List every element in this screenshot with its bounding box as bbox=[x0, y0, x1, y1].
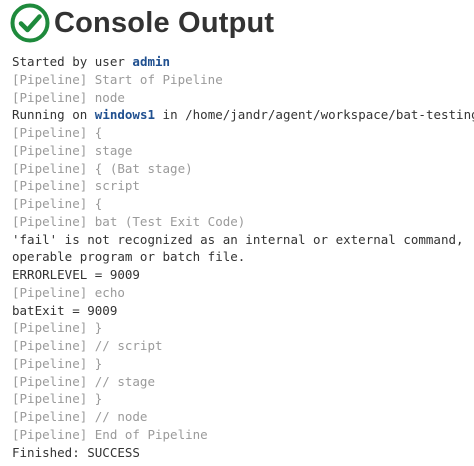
agent-link-windows1[interactable]: windows1 bbox=[95, 107, 155, 122]
console-line-pipeline: [Pipeline] // node bbox=[12, 409, 148, 424]
console-line-pipeline: [Pipeline] { bbox=[12, 196, 103, 211]
console-line-pipeline: [Pipeline] { bbox=[12, 125, 103, 140]
console-line-pipeline: [Pipeline] { (Bat stage) bbox=[12, 160, 193, 176]
console-line-pipeline: [Pipeline] stage bbox=[12, 142, 133, 158]
success-check-icon bbox=[10, 3, 50, 43]
page-title: Console Output bbox=[54, 7, 275, 39]
console-line-running-on: Running on windows1 in /home/jandr/agent… bbox=[12, 106, 474, 124]
console-line-pipeline: [Pipeline] script bbox=[12, 178, 140, 194]
console-line-pipeline: [Pipeline] // script bbox=[12, 338, 163, 353]
console-line-pipeline: [Pipeline] } bbox=[12, 391, 103, 407]
console-output: Started by user admin [Pipeline] Start of… bbox=[12, 53, 474, 461]
console-line-pipeline: [Pipeline] node bbox=[12, 89, 125, 105]
console-line-pipeline: [Pipeline] // stage bbox=[12, 373, 155, 389]
console-line-pipeline: [Pipeline] } bbox=[12, 320, 103, 336]
user-link-admin[interactable]: admin bbox=[132, 54, 170, 69]
console-line-pipeline: [Pipeline] Start of Pipeline bbox=[12, 71, 223, 87]
console-line-output: ERRORLEVEL = 9009 bbox=[12, 267, 140, 282]
console-text: in /home/jandr/agent/workspace/bat-testi… bbox=[155, 107, 474, 123]
console-line-output: Finished: SUCCESS bbox=[12, 444, 140, 460]
console-line-output: batExit = 9009 bbox=[12, 302, 118, 318]
console-line-started-by: Started by user admin bbox=[12, 53, 474, 71]
console-text: Running on bbox=[12, 107, 95, 123]
console-line-pipeline: [Pipeline] echo bbox=[12, 284, 125, 300]
console-text: Started by user bbox=[12, 54, 133, 69]
page-header: Console Output bbox=[10, 3, 274, 43]
console-line-output: operable program or batch file. bbox=[12, 249, 246, 265]
console-line-pipeline: [Pipeline] End of Pipeline bbox=[12, 426, 208, 442]
console-line-pipeline: [Pipeline] } bbox=[12, 355, 103, 371]
console-line-output: 'fail' is not recognized as an internal … bbox=[12, 231, 464, 247]
console-line-pipeline: [Pipeline] bat (Test Exit Code) bbox=[12, 213, 246, 229]
